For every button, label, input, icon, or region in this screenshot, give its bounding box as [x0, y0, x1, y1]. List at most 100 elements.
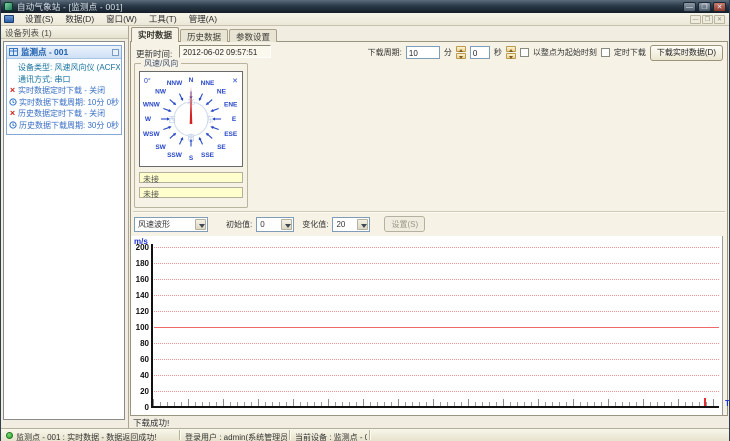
- compass-label-NNE: NNE: [201, 80, 215, 87]
- status-user: 登录用户 : admin(系统管理员): [185, 432, 287, 441]
- device-info-text: 实时数据下载周期: 10分 0秒: [19, 97, 120, 107]
- chevron-down-icon[interactable]: [281, 218, 293, 230]
- spin-up-icon[interactable]: [455, 46, 466, 52]
- compass-angle-label: 0°: [144, 77, 151, 85]
- title-bar: 自动气象站 - [监测点 - 001] — ❐ ✕: [1, 0, 729, 13]
- seconds-input[interactable]: 0: [469, 46, 490, 59]
- waveform-select[interactable]: 风速波形: [134, 216, 208, 232]
- status-ok-icon: [6, 432, 13, 439]
- menu-item-1[interactable]: 数据(D): [59, 13, 100, 25]
- compass-arrow: [212, 126, 219, 131]
- timed-download-checkbox[interactable]: [600, 48, 610, 57]
- y-tick-140: 140: [135, 290, 149, 300]
- settings-button[interactable]: 设置(S): [384, 216, 426, 232]
- content-area: 实时数据 历史数据 参数设置 更新时间: 2012-06-02 09:57:51 下…: [129, 26, 730, 428]
- mdi-controls: — ❐ ✕: [690, 15, 725, 24]
- spin-down-icon[interactable]: [455, 53, 466, 59]
- menu-item-3[interactable]: 工具(T): [143, 13, 183, 25]
- tab-strip: 实时数据 历史数据 参数设置: [131, 27, 278, 42]
- chart-controls: 风速波形 初始值: 0 变化值: 20 设置(S): [134, 216, 426, 232]
- mdi-minimize-icon[interactable]: —: [690, 15, 701, 24]
- gridline-160: [154, 279, 719, 280]
- compass-arrow: [163, 107, 170, 112]
- device-info-text: 设备类型: 风速风向仪 (ACFX-4): [18, 63, 120, 73]
- tab-0[interactable]: 实时数据: [131, 27, 180, 42]
- compass-cn-west: 西: [168, 115, 176, 124]
- chevron-down-icon[interactable]: [357, 218, 369, 230]
- y-tick-20: 20: [140, 386, 149, 396]
- download-controls: 下载周期: 10 分 0 秒 以整点为起始时刻 定时下载 下载实时数据(D): [367, 44, 723, 61]
- close-icon[interactable]: ✕: [713, 1, 726, 12]
- tab-1[interactable]: 历史数据: [180, 29, 229, 42]
- change-value: 20: [336, 219, 346, 229]
- seconds-stepper[interactable]: [505, 46, 516, 59]
- wind-speed-value-field: 未接: [139, 172, 243, 184]
- y-tick-60: 60: [140, 354, 149, 364]
- menu-items: 设置(S) 数据(D) 窗口(W) 工具(T) 管理(A): [19, 13, 223, 25]
- compass-label-E: E: [232, 116, 237, 123]
- maximize-icon[interactable]: ❐: [698, 1, 711, 12]
- tab-2[interactable]: 参数设置: [229, 29, 278, 42]
- device-panel-header[interactable]: 监测点 - 001: [7, 46, 121, 59]
- y-tick-100: 100: [135, 322, 149, 332]
- y-tick-180: 180: [135, 258, 149, 268]
- timed-download-label: 定时下载: [613, 48, 646, 57]
- y-tick-40: 40: [140, 370, 149, 380]
- menu-item-2[interactable]: 窗口(W): [100, 13, 143, 25]
- compass-arrow: [212, 107, 219, 112]
- device-info-line-1: 通讯方式: 串口: [9, 74, 120, 86]
- gridline-180: [154, 263, 719, 264]
- menu-item-4[interactable]: 管理(A): [183, 13, 223, 25]
- spin-up-icon[interactable]: [505, 46, 516, 52]
- compass-label-NE: NE: [217, 89, 227, 96]
- device-info-list: 设备类型: 风速风向仪 (ACFX-4) 通讯方式: 串口 × 实时数据定时下载 - …: [7, 59, 121, 134]
- main-area: 设备列表 (1) 监测点 - 001 设备类型: 风速风向仪 (ACFX-4) 通…: [1, 26, 730, 428]
- mdi-close-icon[interactable]: ✕: [714, 15, 725, 24]
- x-axis-end-label: T: [725, 399, 730, 408]
- device-panel[interactable]: 监测点 - 001 设备类型: 风速风向仪 (ACFX-4) 通讯方式: 串口 × 实…: [6, 45, 122, 135]
- download-cycle-label: 下载周期:: [367, 48, 402, 57]
- mdi-child-icon[interactable]: [4, 15, 14, 23]
- change-value-select[interactable]: 20: [332, 216, 371, 232]
- status-separator: [289, 430, 291, 440]
- gridline-140: [154, 295, 719, 296]
- reference-line-100: [154, 327, 719, 328]
- compass-label-SW: SW: [155, 144, 166, 151]
- seconds-unit-label: 秒: [493, 48, 502, 57]
- device-info-text: 通讯方式: 串口: [18, 74, 71, 84]
- compass-label-WSW: WSW: [143, 131, 160, 138]
- compass-label-W: W: [145, 116, 152, 123]
- section-divider: [133, 211, 725, 213]
- status-separator: [179, 430, 181, 440]
- grid-icon: [9, 48, 18, 56]
- y-tick-160: 160: [135, 274, 149, 284]
- compass-label-NW: NW: [155, 89, 167, 96]
- change-value-label: 变化值:: [302, 219, 329, 229]
- window-controls: — ❐ ✕: [683, 1, 726, 12]
- device-info-line-2: × 实时数据定时下载 - 关闭: [9, 85, 120, 97]
- initial-value-label: 初始值:: [226, 219, 253, 229]
- chevron-down-icon[interactable]: [195, 218, 206, 230]
- device-list: 监测点 - 001 设备类型: 风速风向仪 (ACFX-4) 通讯方式: 串口 × 实…: [3, 41, 125, 420]
- align-to-hour-label: 以整点为起始时刻: [532, 48, 597, 57]
- menu-item-0[interactable]: 设置(S): [19, 13, 59, 25]
- initial-value-select[interactable]: 0: [256, 216, 295, 232]
- minutes-input[interactable]: 10: [405, 46, 440, 59]
- minimize-icon[interactable]: —: [683, 1, 696, 12]
- waveform-select-value: 风速波形: [138, 219, 170, 229]
- compass-label-SE: SE: [217, 144, 226, 151]
- download-realtime-button[interactable]: 下载实时数据(D): [649, 44, 723, 61]
- x-axis-major-ticks: [153, 399, 719, 406]
- device-info-text: 实时数据定时下载 - 关闭: [18, 86, 106, 96]
- minutes-stepper[interactable]: [455, 46, 466, 59]
- wind-group: 风速/风向 N NNE NE ENE E ESE SE SSE S SSW SW WSW W WNW NW N…: [134, 58, 248, 208]
- align-to-hour-checkbox[interactable]: [519, 48, 529, 57]
- mdi-restore-icon[interactable]: ❐: [702, 15, 713, 24]
- compass-cn-south: 南: [187, 132, 195, 142]
- spin-down-icon[interactable]: [505, 53, 516, 59]
- compass-label-ENE: ENE: [224, 101, 238, 108]
- update-time-field: 2012-06-02 09:57:51: [179, 45, 271, 58]
- pin-icon[interactable]: [112, 48, 119, 56]
- wind-group-title: 风速/风向: [141, 58, 182, 69]
- compass-label-N: N: [189, 77, 194, 84]
